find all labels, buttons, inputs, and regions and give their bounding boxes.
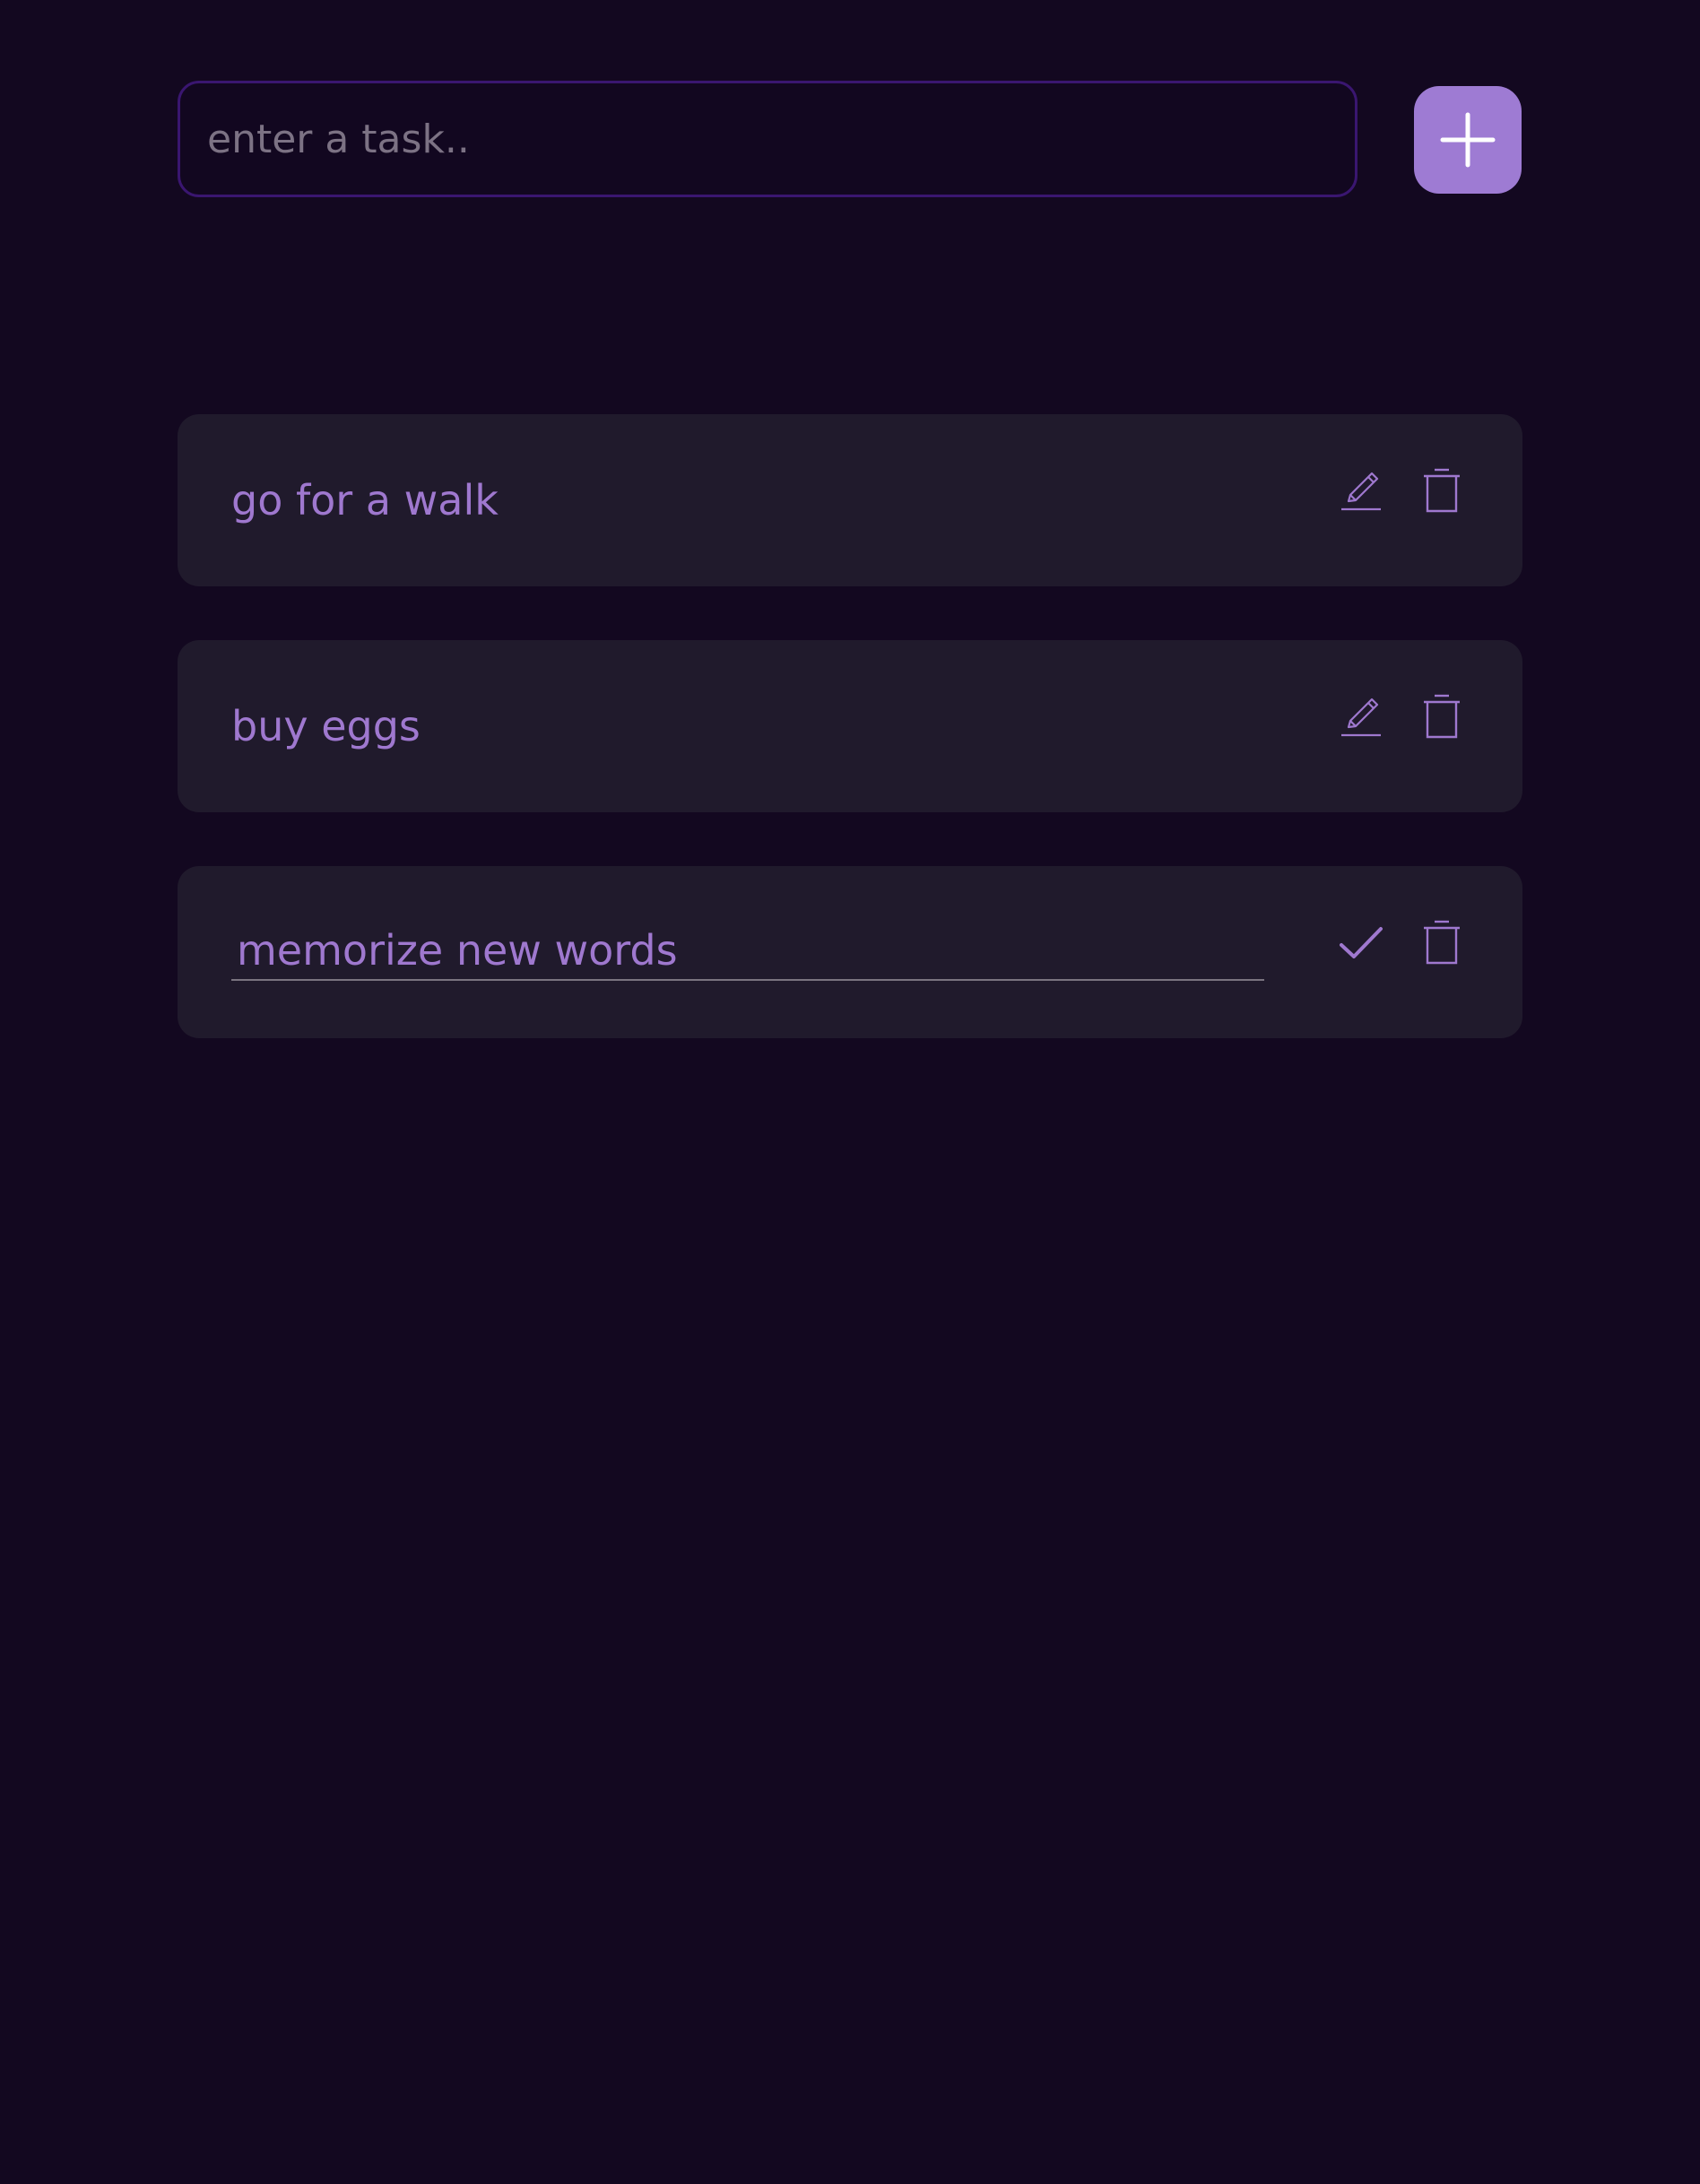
plus-icon: [1440, 112, 1496, 168]
save-task-button[interactable]: [1338, 920, 1384, 966]
edit-task-button[interactable]: [1338, 468, 1384, 515]
trash-icon: [1424, 694, 1460, 739]
task-input-row: [178, 81, 1522, 199]
task-item: go for a walk: [178, 414, 1522, 586]
task-item-editing: [178, 866, 1522, 1038]
pencil-icon: [1341, 698, 1381, 737]
task-list: go for a walk buy eggs: [178, 414, 1522, 1092]
task-text: go for a walk: [231, 476, 499, 524]
task-item: buy eggs: [178, 640, 1522, 812]
add-task-button[interactable]: [1414, 86, 1522, 194]
trash-icon: [1424, 468, 1460, 513]
pencil-icon: [1341, 472, 1381, 511]
edit-task-button[interactable]: [1338, 694, 1384, 741]
delete-task-button[interactable]: [1418, 920, 1465, 966]
delete-task-button[interactable]: [1418, 468, 1465, 515]
check-icon: [1340, 927, 1383, 958]
delete-task-button[interactable]: [1418, 694, 1465, 741]
task-input[interactable]: [178, 81, 1357, 197]
task-edit-input[interactable]: [231, 922, 1264, 981]
todo-app: go for a walk buy eggs: [178, 81, 1522, 1038]
task-text: buy eggs: [231, 702, 421, 750]
trash-icon: [1424, 920, 1460, 965]
